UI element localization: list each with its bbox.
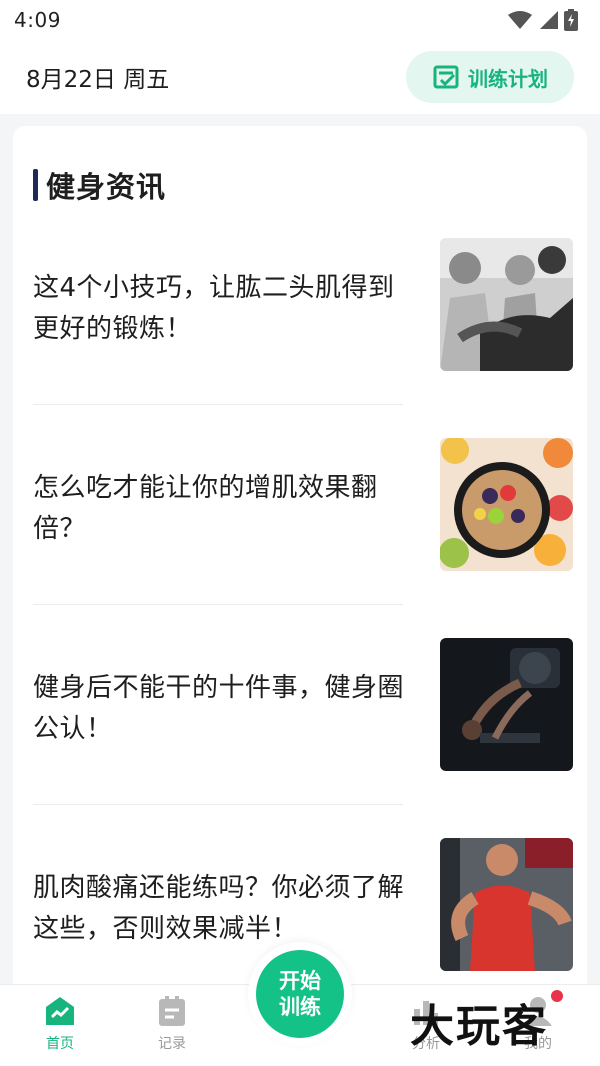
record-icon [159, 996, 185, 1026]
section-title: 健身资讯 [33, 164, 166, 206]
start-training-button[interactable]: 开始 训练 [256, 950, 344, 1038]
news-thumbnail-fruit [440, 438, 573, 571]
watermark-text: 大玩客 [410, 1001, 548, 1052]
tab-record-label: 记录 [158, 1036, 186, 1052]
news-title: 这4个小技巧，让肱二头肌得到更好的锻炼！ [33, 273, 395, 344]
news-divider [33, 404, 403, 405]
date-label: 8月22日 周五 [26, 67, 170, 93]
tab-record[interactable]: 记录 [132, 995, 212, 1061]
training-plan-button[interactable]: 训练计划 [406, 51, 574, 103]
news-thumbnail-legpress [440, 638, 573, 771]
news-divider [33, 604, 403, 605]
plan-check-icon [433, 65, 459, 89]
cell-signal-icon [540, 11, 558, 29]
news-thumbnail-cable [440, 838, 573, 971]
start-training-line2: 训练 [279, 995, 321, 1019]
battery-icon [564, 9, 578, 31]
news-title: 健身后不能干的十件事，健身圈公认！ [33, 673, 405, 744]
tab-home[interactable]: 首页 [20, 995, 100, 1061]
status-bar: 4:09 [0, 0, 600, 40]
wifi-icon [508, 11, 532, 29]
home-icon [46, 997, 74, 1025]
news-item[interactable]: 健身后不能干的十件事，健身圈公认！ [33, 638, 573, 838]
status-time: 4:09 [14, 8, 61, 32]
status-icons [508, 9, 578, 31]
section-title-text: 健身资讯 [46, 170, 167, 204]
news-item[interactable]: 怎么吃才能让你的增肌效果翻倍？ [33, 438, 573, 638]
news-divider [33, 804, 403, 805]
news-thumbnail-biceps [440, 238, 573, 371]
start-training-line1: 开始 [279, 969, 321, 993]
training-plan-label: 训练计划 [468, 66, 548, 91]
header: 8月22日 周五 训练计划 [0, 40, 600, 114]
news-card: 健身资讯 这4个小技巧，让肱二头肌得到更好的锻炼！ 怎么吃才能让你的增肌效果翻倍… [13, 126, 587, 1066]
news-title: 怎么吃才能让你的增肌效果翻倍？ [33, 473, 378, 544]
title-accent-bar [33, 169, 38, 201]
news-item[interactable]: 这4个小技巧，让肱二头肌得到更好的锻炼！ [33, 238, 573, 438]
news-title: 肌肉酸痛还能练吗？你必须了解这些，否则效果减半！ [33, 873, 405, 944]
tab-home-label: 首页 [46, 1036, 74, 1052]
